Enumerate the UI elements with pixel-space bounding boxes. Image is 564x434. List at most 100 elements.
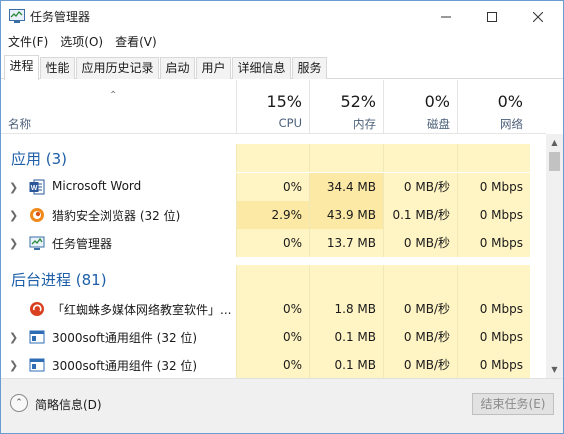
process-name: 3000soft通用组件 (32 位) [52,331,198,345]
expand-chevron-icon[interactable]: ❯ [9,359,18,372]
scrollbar-thumb[interactable] [549,152,560,171]
process-name: 3000soft通用组件 (32 位) [52,359,198,373]
process-row-red-spider[interactable]: 「红蜘蛛多媒体网络教室软件」... 0% 1.8 MB 0 MB/秒 0 Mbp… [1,295,546,323]
process-row-3000soft[interactable]: ❯ 3000soft通用组件 (32 位) 0% 0.1 MB 0 MB/秒 0… [1,351,546,378]
process-name: Microsoft Word [52,179,142,193]
sort-up-icon: ⌃ [109,90,118,101]
memory-cell: 0.1 MB [309,323,383,351]
memory-cell: 13.7 MB [309,229,383,257]
disk-cell: 0 MB/秒 [383,229,457,257]
tab-startup[interactable]: 启动 [160,57,195,79]
process-row-liebao[interactable]: ❯ 猎豹安全浏览器 (32 位) 2.9% 43.9 MB 0.1 MB/秒 0… [1,201,546,229]
network-cell: 0 Mbps [457,323,530,351]
tab-app-history[interactable]: 应用历史记录 [76,57,159,79]
cpu-cell-bg [236,265,309,295]
process-name: 「红蜘蛛多媒体网络教室软件」... [52,303,232,317]
cpu-cell: 0% [236,173,309,201]
section-header-background[interactable]: 后台进程 (81) [1,265,546,295]
tab-bar: 进程 性能 应用历史记录 启动 用户 详细信息 服务 [1,55,563,80]
menu-options[interactable]: 选项(O) [60,32,103,52]
process-row-word[interactable]: ❯ W Microsoft Word 0% 34.4 MB 0 MB/秒 0 M… [1,173,546,201]
liebao-browser-icon [30,208,44,222]
scroll-down-icon[interactable]: ▼ [546,361,563,378]
close-icon [533,11,543,22]
task-manager-icon [9,9,25,23]
close-button[interactable] [515,1,561,32]
column-memory[interactable]: 52% 内存 [309,80,383,133]
process-row-3000soft[interactable]: ❯ 3000soft通用组件 (32 位) 0% 0.1 MB 0 MB/秒 0… [1,323,546,351]
chevron-up-icon[interactable]: ⌃ [10,394,28,412]
maximize-button[interactable] [469,1,515,32]
disk-cell: 0.1 MB/秒 [383,201,457,229]
app-window-icon [29,330,45,344]
title-bar[interactable]: 任务管理器 [1,1,563,32]
minimize-button[interactable] [423,1,469,32]
column-disk[interactable]: 0% 磁盘 [383,80,457,133]
section-header-apps[interactable]: 应用 (3) [1,144,546,172]
memory-cell: 34.4 MB [309,173,383,201]
disk-cell: 0 MB/秒 [383,295,457,323]
network-cell-bg [457,144,530,172]
cpu-cell-bg [236,144,309,172]
column-name[interactable]: 名称 [8,116,31,132]
disk-cell: 0 MB/秒 [383,351,457,378]
process-list: 应用 (3) ❯ W Microsoft Word 0% 34.4 MB 0 M… [1,134,546,378]
memory-cell-bg [309,144,383,172]
tab-services[interactable]: 服务 [292,57,327,79]
task-manager-window: 任务管理器 文件(F) 选项(O) 查看(V) 进程 性能 应用历史记录 启动 … [0,0,564,434]
fewer-details-link[interactable]: 简略信息(D) [35,396,102,413]
cpu-cell: 0% [236,351,309,378]
expand-chevron-icon[interactable]: ❯ [9,331,18,344]
menu-bar: 文件(F) 选项(O) 查看(V) [1,32,563,52]
svg-text:W: W [31,185,38,192]
window-title: 任务管理器 [30,10,91,24]
disk-cell: 0 MB/秒 [383,323,457,351]
cpu-cell: 0% [236,323,309,351]
section-title-background: 后台进程 (81) [11,271,107,289]
network-cell: 0 Mbps [457,173,530,201]
memory-cell: 43.9 MB [309,201,383,229]
red-spider-icon [30,302,44,316]
tab-processes[interactable]: 进程 [4,55,39,80]
cpu-cell: 0% [236,229,309,257]
tab-users[interactable]: 用户 [196,57,231,79]
column-cpu[interactable]: 15% CPU [236,80,309,133]
network-total: 0% [497,92,523,111]
maximize-icon [487,11,497,22]
end-task-button[interactable]: 结束任务(E) [472,393,554,415]
cpu-cell: 0% [236,295,309,323]
disk-cell: 0 MB/秒 [383,173,457,201]
disk-cell-bg [383,265,457,295]
memory-cell: 1.8 MB [309,295,383,323]
expand-chevron-icon[interactable]: ❯ [9,181,18,194]
process-name: 猎豹安全浏览器 (32 位) [52,209,181,223]
vertical-scrollbar[interactable]: ▲ ▼ [546,134,563,378]
menu-file[interactable]: 文件(F) [8,32,48,52]
cpu-total: 15% [266,92,302,111]
section-title-apps: 应用 (3) [11,150,68,168]
cpu-label: CPU [278,116,302,130]
disk-label: 磁盘 [427,117,450,131]
memory-total: 52% [340,92,376,111]
network-cell-bg [457,265,530,295]
task-manager-icon [29,236,45,250]
expand-chevron-icon[interactable]: ❯ [9,209,18,222]
minimize-icon [441,16,451,17]
expand-chevron-icon[interactable]: ❯ [9,237,18,250]
memory-cell-bg [309,265,383,295]
word-icon: W [29,179,45,195]
process-row-task-manager[interactable]: ❯ 任务管理器 0% 13.7 MB 0 MB/秒 0 Mbps [1,229,546,257]
network-cell: 0 Mbps [457,295,530,323]
column-header: ⌃ 名称 15% CPU 52% 内存 0% 磁盘 0% 网络 [1,80,546,134]
cpu-cell: 2.9% [236,201,309,229]
menu-view[interactable]: 查看(V) [115,32,157,52]
tab-performance[interactable]: 性能 [40,57,75,79]
memory-label: 内存 [353,117,376,131]
scroll-up-icon[interactable]: ▲ [546,134,563,151]
memory-cell: 0.1 MB [309,351,383,378]
footer-bar: ⌃ 简略信息(D) 结束任务(E) [1,378,563,433]
tab-details[interactable]: 详细信息 [232,57,291,79]
network-cell: 0 Mbps [457,229,530,257]
column-network[interactable]: 0% 网络 [457,80,530,133]
network-label: 网络 [500,117,523,131]
